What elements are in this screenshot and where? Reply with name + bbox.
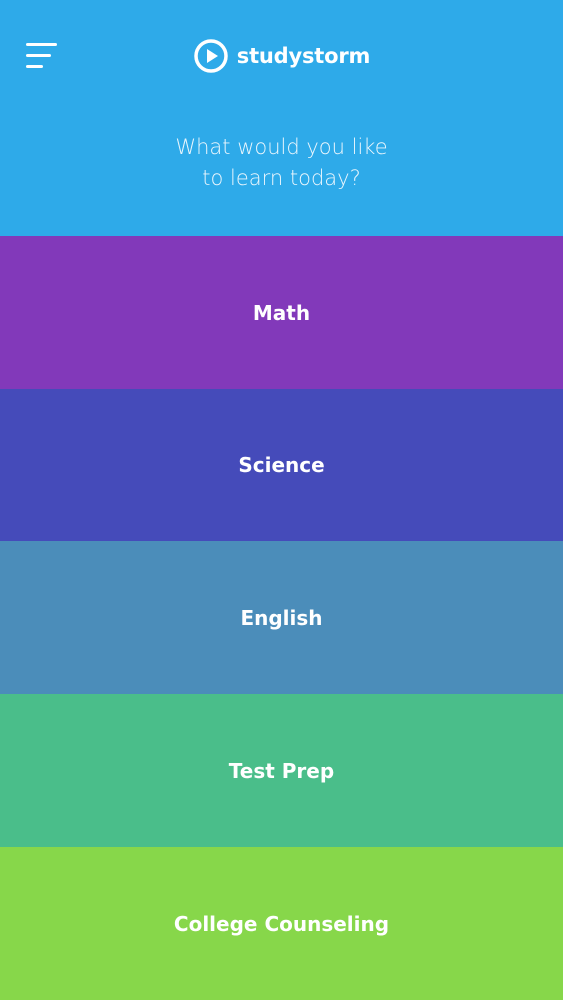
brand-logo: studystorm xyxy=(0,38,563,74)
prompt-line-1: What would you like xyxy=(175,135,388,159)
play-circle-icon xyxy=(194,39,228,73)
subject-college-counseling-button[interactable]: College Counseling xyxy=(0,847,563,1000)
subject-test-prep-button[interactable]: Test Prep xyxy=(0,694,563,847)
app-screen: studystorm What would you like to learn … xyxy=(0,0,563,1000)
subject-label: Math xyxy=(252,300,311,325)
header: studystorm What would you like to learn … xyxy=(0,0,563,236)
subject-label: College Counseling xyxy=(173,911,390,936)
subject-label: Science xyxy=(238,453,325,477)
prompt-line-2: to learn today? xyxy=(202,166,361,190)
brand-name: studystorm xyxy=(236,44,371,68)
subject-list: Math Science English Test Prep College C… xyxy=(0,236,563,1000)
subject-science-button[interactable]: Science xyxy=(0,389,563,541)
subject-math-button[interactable]: Math xyxy=(0,236,563,389)
subject-english-button[interactable]: English xyxy=(0,541,563,694)
subject-label: Test Prep xyxy=(228,758,335,783)
page-prompt: What would you like to learn today? xyxy=(0,132,563,194)
subject-label: English xyxy=(240,605,323,630)
